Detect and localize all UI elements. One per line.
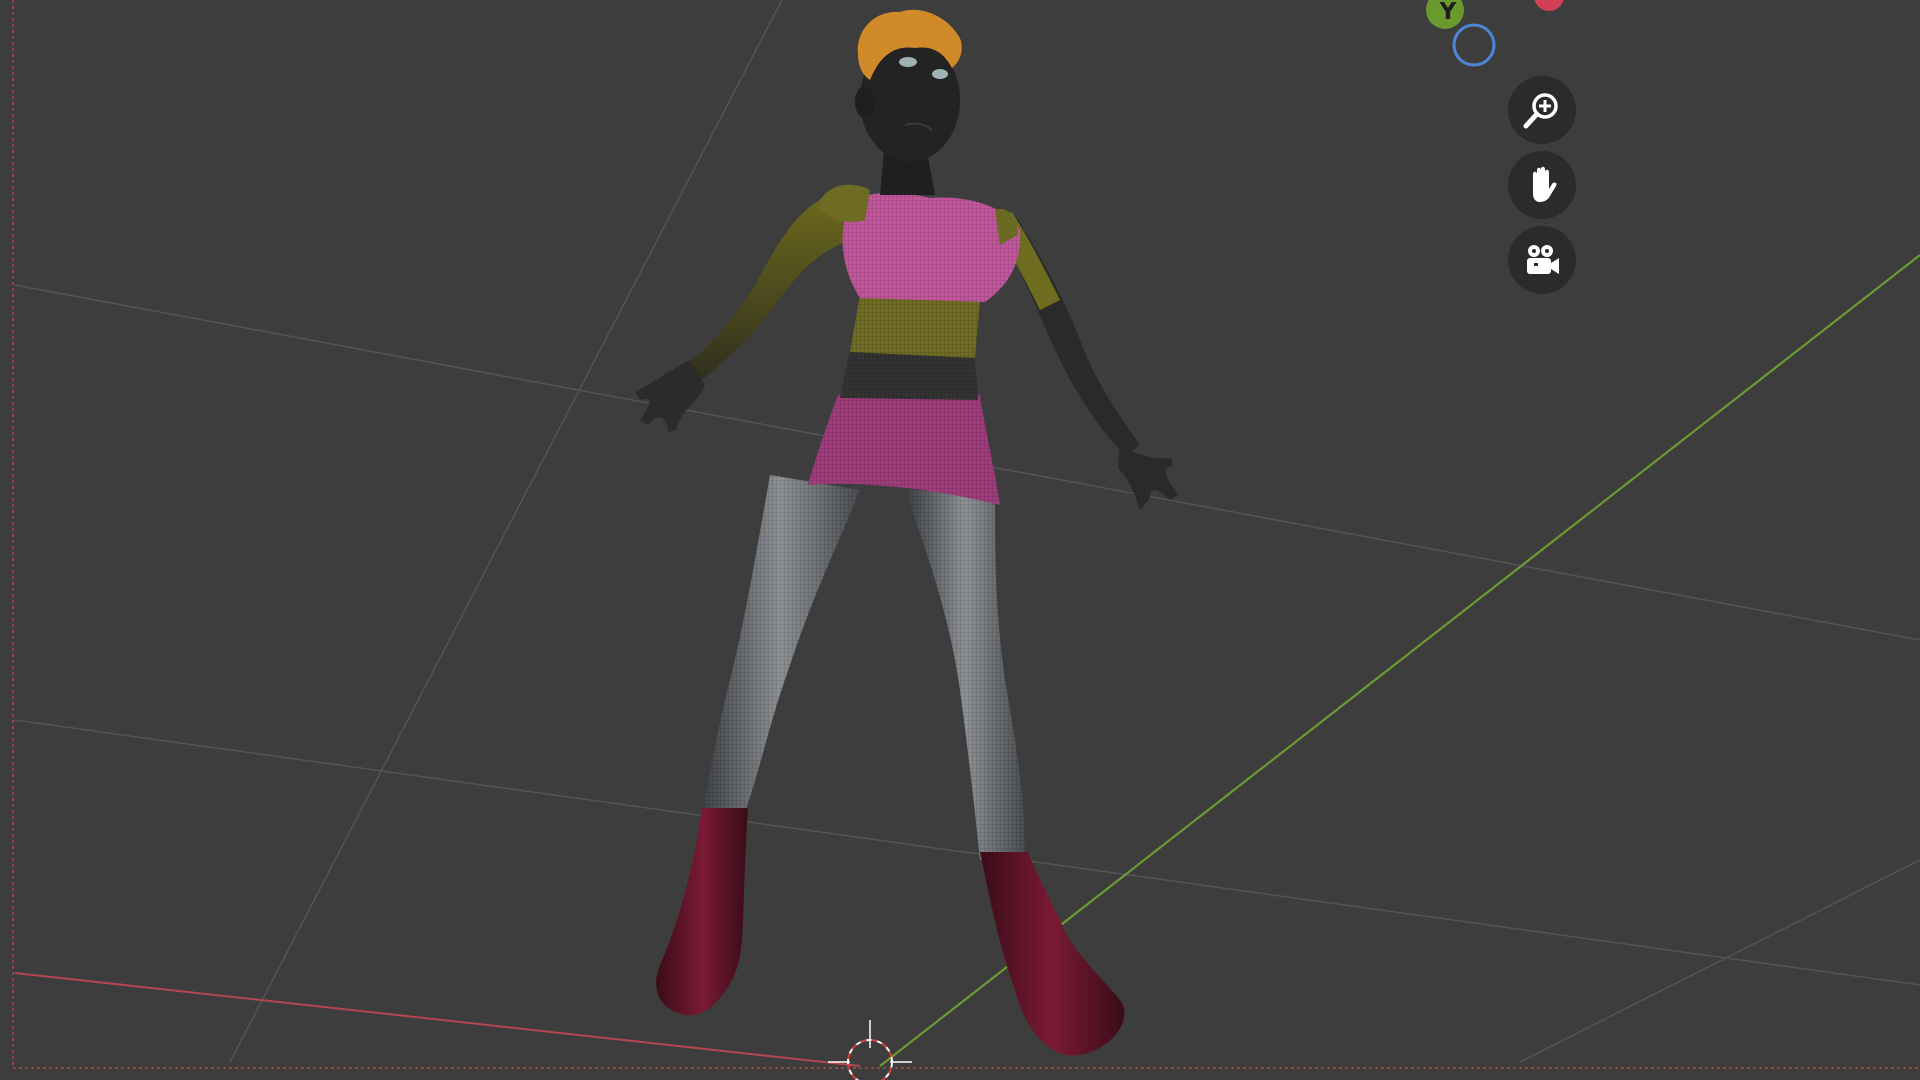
left-leg-lower-mesh: [700, 475, 860, 815]
waist-mesh: [840, 350, 978, 400]
left-eye: [899, 57, 917, 67]
gizmo-y-label: Y: [1439, 0, 1457, 25]
3d-viewport[interactable]: Y: [0, 0, 1920, 1080]
zoom-in-icon: [1523, 93, 1558, 129]
top-mesh: [842, 192, 1021, 302]
x-axis-line: [14, 972, 861, 1067]
character-mesh[interactable]: [635, 9, 1178, 1056]
gizmo-neg-z-axis[interactable]: [1452, 23, 1496, 67]
ear: [855, 86, 875, 118]
hand-icon: [1533, 166, 1557, 202]
pan-button[interactable]: [1508, 151, 1576, 219]
left-arm: [680, 190, 852, 390]
left-boot: [656, 808, 748, 1016]
right-leg-mesh: [905, 490, 1025, 860]
camera-icon: [1527, 245, 1559, 274]
gizmo-x-axis[interactable]: [1534, 0, 1564, 11]
viewport-scene[interactable]: [0, 0, 1920, 1080]
right-eye: [932, 69, 948, 79]
left-hand: [635, 360, 705, 432]
midriff-mesh: [850, 295, 980, 358]
camera-view-button[interactable]: [1508, 226, 1576, 294]
zoom-button[interactable]: [1508, 76, 1576, 144]
right-boot: [980, 852, 1125, 1056]
